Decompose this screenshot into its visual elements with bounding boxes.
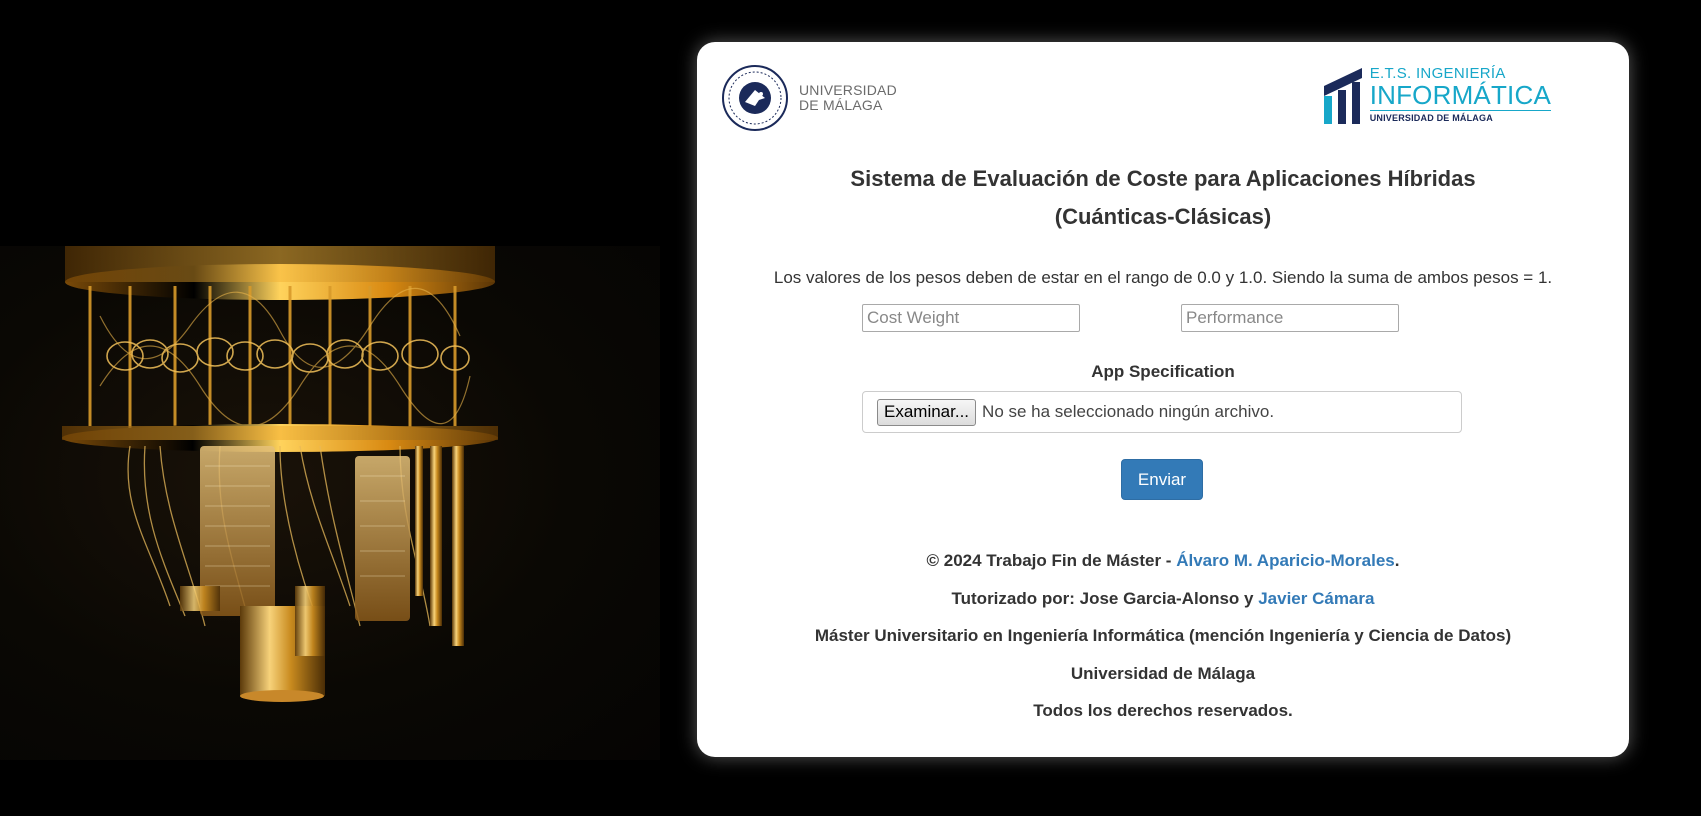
copyright-suffix: . (1394, 551, 1400, 570)
app-specification-label: App Specification (1091, 362, 1235, 381)
weights-note: Los valores de los pesos deben de estar … (773, 268, 1553, 287)
footer-rights: Todos los derechos reservados. (1033, 701, 1293, 720)
tutor-link[interactable]: Javier Cámara (1258, 589, 1374, 608)
submit-button[interactable]: Enviar (1121, 459, 1203, 500)
etsi-informatica-logo: E.T.S. INGENIERÍA INFORMÁTICA UNIVERSIDA… (1322, 66, 1551, 126)
footer-tutors: Tutorizado por: Jose Garcia-Alonso y Jav… (697, 580, 1629, 618)
universidad-de-malaga-logo: UNIVERSIDAD DE MÁLAGA (721, 64, 897, 132)
footer-degree: Máster Universitario en Ingeniería Infor… (814, 626, 1512, 645)
footer: © 2024 Trabajo Fin de Máster - Álvaro M.… (697, 542, 1629, 730)
page-title: Sistema de Evaluación de Coste para Apli… (697, 160, 1629, 236)
browse-file-button[interactable]: Examinar... (877, 398, 977, 426)
performance-input[interactable] (1181, 304, 1399, 332)
etsi-logo-line2: INFORMÁTICA (1369, 80, 1551, 110)
file-status-text: No se ha seleccionado ningún archivo. (982, 402, 1275, 421)
tutor-prefix: Tutorizado por: Jose Garcia-Alonso y (951, 588, 1259, 608)
page: UNIVERSIDAD DE MÁLAGA E.T.S. INGENIERÍA … (0, 0, 1701, 816)
cost-weight-input[interactable] (862, 304, 1080, 332)
file-input[interactable]: Examinar... No se ha seleccionado ningún… (862, 391, 1462, 433)
uma-logo-line2: DE MÁLAGA (799, 97, 883, 113)
etsi-logo-line3: UNIVERSIDAD DE MÁLAGA (1369, 110, 1551, 124)
etsi-building-icon (1323, 68, 1362, 124)
footer-university: Universidad de Málaga (1070, 663, 1256, 683)
title-line1: Sistema de Evaluación de Coste para Apli… (850, 166, 1476, 191)
uma-logo-line1: UNIVERSIDAD (799, 82, 897, 98)
title-line2: (Cuánticas-Clásicas) (1054, 204, 1272, 229)
quantum-computer-image (0, 246, 660, 760)
author-link[interactable]: Álvaro M. Aparicio-Morales (1176, 551, 1395, 570)
main-card: UNIVERSIDAD DE MÁLAGA E.T.S. INGENIERÍA … (697, 42, 1629, 757)
university-seal-icon (722, 65, 788, 131)
footer-copyright: © 2024 Trabajo Fin de Máster - Álvaro M.… (697, 542, 1629, 580)
copyright-prefix: © 2024 Trabajo Fin de Máster - (926, 551, 1177, 570)
